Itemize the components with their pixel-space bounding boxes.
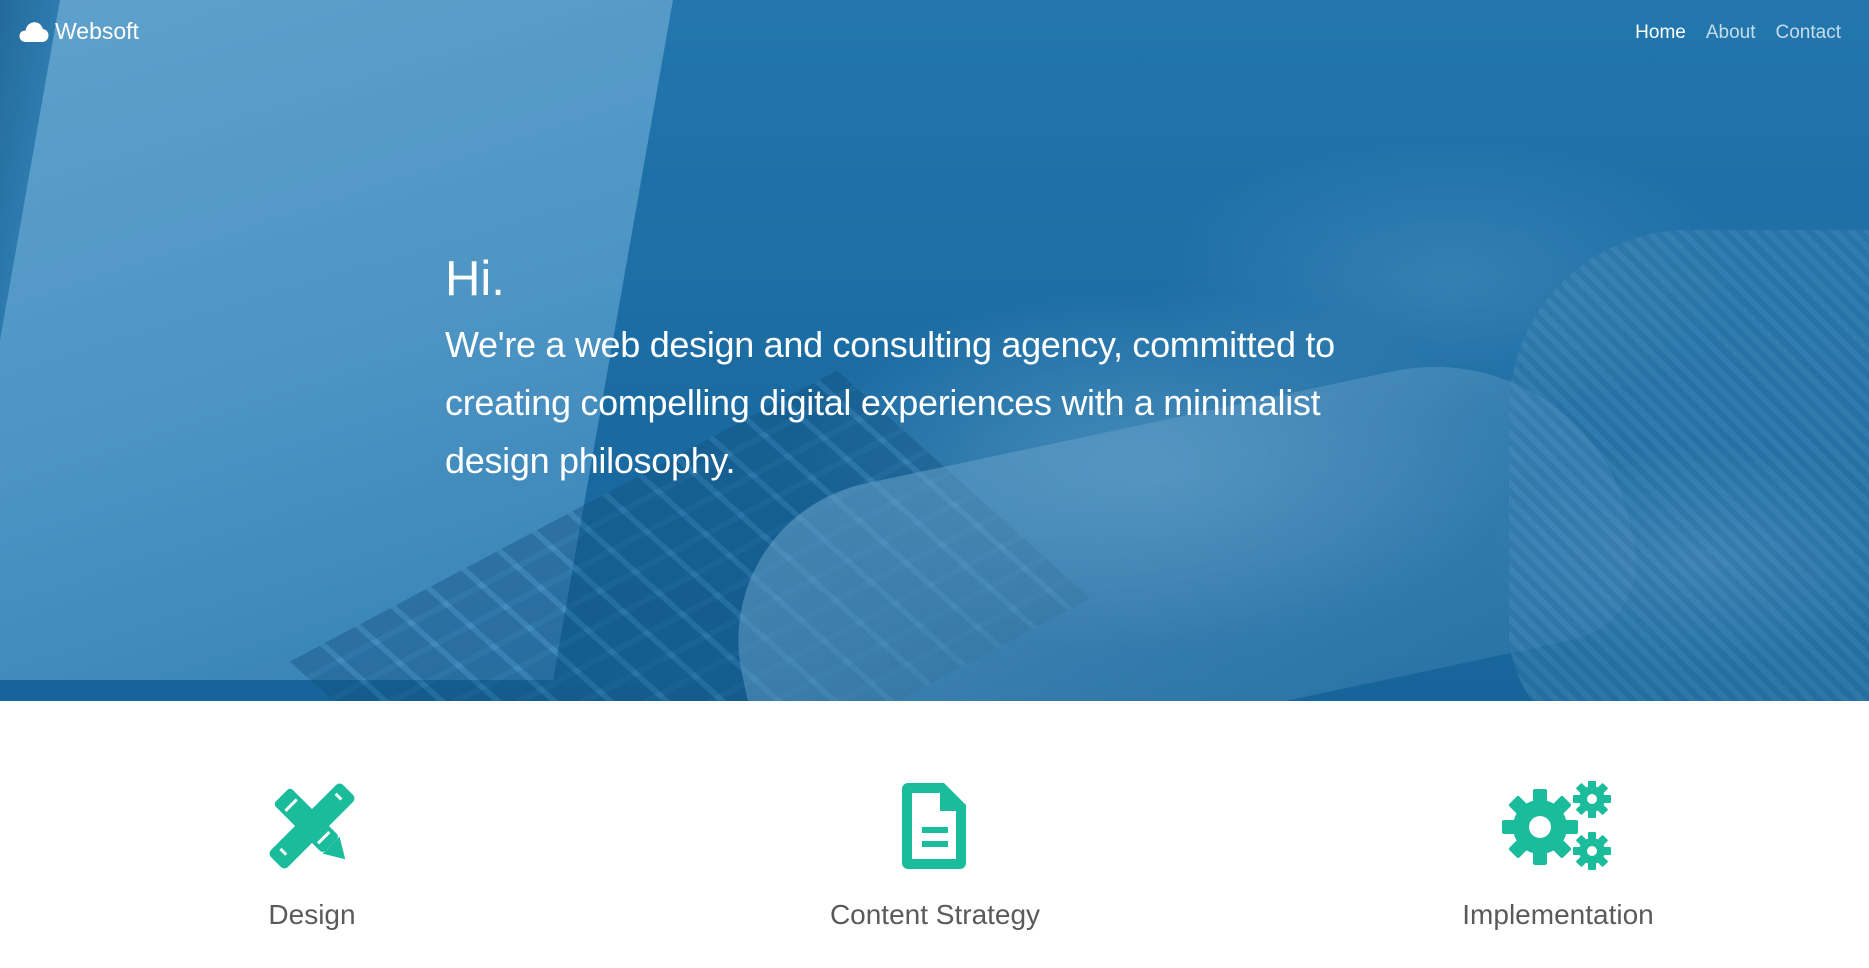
feature-design: Design (112, 781, 512, 931)
nav-about[interactable]: About (1706, 22, 1756, 44)
feature-implementation-title: Implementation (1462, 899, 1654, 930)
hero-text: Hi. We're a web design and consulting ag… (445, 248, 1425, 490)
nav-home[interactable]: Home (1635, 22, 1686, 44)
navbar: Websoft Home About Contact (0, 0, 1869, 68)
brand-link[interactable]: Websoft (19, 18, 139, 45)
nav-contact[interactable]: Contact (1776, 22, 1841, 44)
pencil-ruler-icon (269, 783, 355, 869)
feature-content-strategy: Content Strategy (735, 781, 1135, 931)
features-section: Design Content Strategy Implementation (0, 701, 1869, 968)
feature-content-strategy-title: Content Strategy (829, 899, 1041, 930)
feature-implementation: Implementation (1358, 781, 1758, 931)
document-icon (902, 783, 966, 869)
hero-section: Hi. We're a web design and consulting ag… (0, 0, 1869, 701)
brand-name: Websoft (55, 18, 139, 44)
cloud-icon (19, 21, 49, 42)
gears-icon (1502, 781, 1611, 870)
hero-heading: Hi. (445, 252, 505, 306)
nav-links: Home About Contact (1635, 22, 1841, 44)
hero-description: We're a web design and consulting agency… (445, 324, 1335, 481)
feature-design-title: Design (268, 899, 356, 930)
